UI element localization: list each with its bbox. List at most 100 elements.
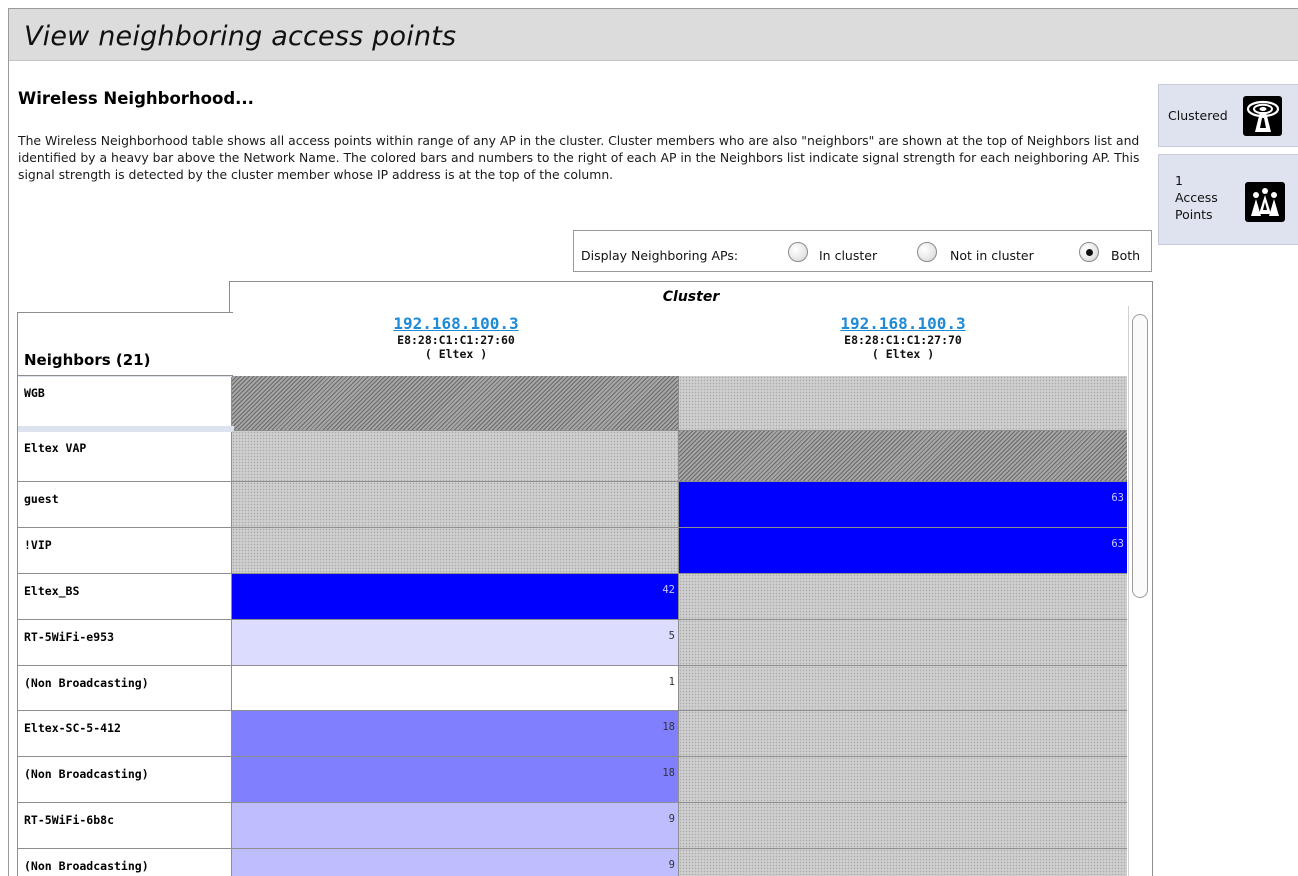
access-points-group-icon	[1245, 182, 1285, 222]
table-row: (Non Broadcasting) 18	[18, 757, 1127, 803]
table-row: RT-5WiFi-e953 5	[18, 620, 1127, 666]
signal-cell	[679, 666, 1127, 711]
signal-cell	[232, 528, 679, 574]
signal-cell	[679, 574, 1127, 620]
neighbor-name-cell: (Non Broadcasting)	[18, 666, 232, 711]
table-row: (Non Broadcasting) 9	[18, 849, 1127, 876]
display-filter: Display Neighboring APs: In cluster Not …	[573, 230, 1152, 272]
neighbors-header: Neighbors (21)	[17, 312, 233, 376]
table-row: WGB	[18, 376, 1127, 431]
filter-label: Display Neighboring APs:	[581, 248, 739, 263]
neighbor-name-cell: RT-5WiFi-e953	[18, 620, 232, 666]
neighbor-name: (Non Broadcasting)	[24, 767, 149, 781]
signal-value: 1	[668, 676, 675, 688]
signal-cell: 9	[232, 803, 679, 849]
signal-value: 42	[662, 584, 675, 596]
neighbor-name: WGB	[24, 386, 45, 400]
signal-value: 9	[668, 859, 675, 871]
radio-in-cluster-label[interactable]: In cluster	[819, 248, 877, 263]
neighbors-table-body: WGB Eltex VAP guest 63 !VIP 63 Eltex_BS 42 RT-5W…	[17, 376, 1127, 876]
clustered-card[interactable]: Clustered	[1158, 84, 1298, 147]
radio-not-in-cluster[interactable]	[917, 242, 937, 262]
table-row: Eltex VAP	[18, 426, 1127, 482]
table-scrollbar[interactable]	[1128, 306, 1150, 876]
access-points-card[interactable]: 1 Access Points	[1158, 154, 1298, 245]
neighbor-name: Eltex-SC-5-412	[24, 721, 121, 735]
neighbor-name: RT-5WiFi-e953	[24, 630, 115, 644]
section-heading: Wireless Neighborhood...	[18, 89, 254, 108]
signal-value: 5	[668, 630, 675, 642]
column-header-1: 192.168.100.3 E8:28:C1:C1:27:60 ( Eltex …	[233, 315, 679, 362]
access-points-label-line2: Points	[1175, 207, 1213, 222]
neighbor-name-cell: WGB	[18, 376, 234, 431]
column-vendor: ( Eltex )	[871, 347, 935, 361]
column-mac: E8:28:C1:C1:27:60	[397, 333, 515, 347]
signal-cell: 63	[679, 528, 1127, 574]
signal-value: 18	[662, 721, 675, 733]
access-points-count: 1	[1175, 173, 1183, 188]
table-row: Eltex_BS 42	[18, 574, 1127, 620]
cluster-member-bar	[18, 426, 234, 432]
signal-value: 18	[662, 767, 675, 779]
signal-value: 63	[1111, 538, 1124, 550]
neighbor-name: Eltex_BS	[24, 584, 80, 598]
column-ip-link[interactable]: 192.168.100.3	[680, 315, 1126, 333]
neighbor-name-cell: (Non Broadcasting)	[18, 849, 232, 876]
title-bar: View neighboring access points	[9, 9, 1298, 61]
neighbor-name-cell: Eltex_BS	[18, 574, 232, 620]
neighbor-name-cell: !VIP	[18, 528, 232, 574]
radio-both[interactable]	[1079, 242, 1099, 262]
neighbor-name-cell: Eltex VAP	[18, 426, 234, 482]
neighbor-name: RT-5WiFi-6b8c	[24, 813, 115, 827]
signal-cell	[679, 376, 1127, 431]
radio-tower-icon	[1243, 96, 1282, 136]
signal-cell: 1	[232, 666, 679, 711]
radio-in-cluster[interactable]	[788, 242, 808, 262]
table-row: guest 63	[18, 482, 1127, 528]
signal-cell: 18	[232, 757, 679, 803]
signal-cell: 5	[232, 620, 679, 666]
neighbor-name-cell: Eltex-SC-5-412	[18, 711, 232, 757]
scrollbar-thumb[interactable]	[1132, 314, 1148, 598]
signal-cell	[679, 711, 1127, 757]
column-mac: E8:28:C1:C1:27:70	[844, 333, 962, 347]
signal-cell	[232, 482, 679, 528]
neighbor-name: !VIP	[24, 538, 52, 552]
radio-not-in-cluster-label[interactable]: Not in cluster	[950, 248, 1034, 263]
column-header-2: 192.168.100.3 E8:28:C1:C1:27:70 ( Eltex …	[680, 315, 1126, 362]
signal-cell	[679, 803, 1127, 849]
neighbor-name: guest	[24, 492, 59, 506]
table-row: Eltex-SC-5-412 18	[18, 711, 1127, 757]
radio-both-label[interactable]: Both	[1111, 248, 1140, 263]
table-row: (Non Broadcasting) 1	[18, 666, 1127, 711]
signal-value: 9	[668, 813, 675, 825]
page-title: View neighboring access points	[24, 21, 457, 52]
signal-cell: 9	[232, 849, 679, 876]
signal-cell	[232, 376, 679, 431]
column-vendor: ( Eltex )	[424, 347, 488, 361]
signal-cell	[679, 757, 1127, 803]
signal-cell	[679, 620, 1127, 666]
neighbor-name: (Non Broadcasting)	[24, 859, 149, 873]
signal-cell	[679, 849, 1127, 876]
clustered-label: Clustered	[1168, 108, 1228, 123]
column-ip-link[interactable]: 192.168.100.3	[233, 315, 679, 333]
signal-cell: 18	[232, 711, 679, 757]
neighbor-name-cell: guest	[18, 482, 232, 528]
access-points-label-line1: Access	[1175, 190, 1218, 205]
neighbor-name: (Non Broadcasting)	[24, 676, 149, 690]
signal-cell: 63	[679, 482, 1127, 528]
neighbors-count-label: Neighbors (21)	[24, 351, 151, 369]
signal-cell	[679, 431, 1127, 482]
neighbor-name: Eltex VAP	[24, 441, 87, 455]
neighbor-name-cell: (Non Broadcasting)	[18, 757, 232, 803]
signal-value: 63	[1111, 492, 1124, 504]
description-text: The Wireless Neighborhood table shows al…	[18, 133, 1140, 182]
table-row: RT-5WiFi-6b8c 9	[18, 803, 1127, 849]
table-row: !VIP 63	[18, 528, 1127, 574]
neighbor-name-cell: RT-5WiFi-6b8c	[18, 803, 232, 849]
signal-cell	[232, 431, 679, 482]
signal-cell: 42	[232, 574, 679, 620]
cluster-label: Cluster	[662, 289, 720, 305]
cluster-member-bar	[18, 376, 234, 377]
